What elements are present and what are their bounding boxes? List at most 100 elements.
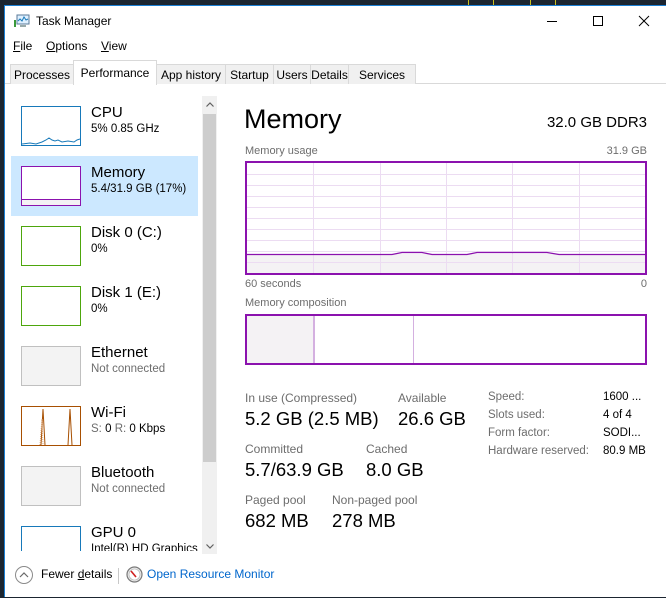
- wifi-receive-label: R:: [114, 423, 127, 435]
- fewer-details-button[interactable]: Fewer details: [41, 567, 112, 581]
- sidebar-item-disk-0[interactable]: Disk 0 (C:) 0%: [11, 216, 198, 276]
- tab-details[interactable]: Details: [310, 64, 349, 84]
- fewer-details-button-icon[interactable]: [15, 566, 33, 584]
- tab-performance[interactable]: Performance: [73, 60, 157, 85]
- open-resource-monitor-link[interactable]: Open Resource Monitor: [147, 567, 274, 581]
- menu-file[interactable]: File: [13, 39, 32, 53]
- sidebar-item-disk-1-name: Disk 1 (E:): [91, 284, 162, 301]
- memory-thumbnail-fill: [22, 199, 80, 205]
- composition-in-use-segment: [247, 316, 313, 363]
- chevron-down-icon: [205, 543, 214, 549]
- cpu-sparkline: [22, 137, 80, 145]
- scrollbar-thumb[interactable]: [203, 114, 216, 462]
- close-icon: [638, 15, 650, 27]
- resource-monitor-icon: [126, 566, 143, 583]
- sidebar-item-cpu-value: 5% 0.85 GHz: [91, 123, 160, 135]
- sidebar-item-memory[interactable]: Memory 5.4/31.9 GB (17%): [11, 156, 198, 216]
- disk-0-thumbnail-graph: [21, 226, 81, 266]
- non-paged-pool-value: 278 MB: [332, 510, 396, 531]
- menu-view-label: iew: [108, 39, 127, 53]
- hardware-reserved-label: Hardware reserved:: [488, 445, 589, 457]
- cached-label: Cached: [366, 442, 408, 456]
- slots-used-label: Slots used:: [488, 409, 545, 421]
- sidebar-item-gpu-0-name: GPU 0: [91, 524, 137, 541]
- composition-standby-segment: [315, 316, 413, 363]
- sidebar-item-gpu-0-value: Intel(R) HD Graphics: [91, 543, 198, 551]
- memory-usage-max: 31.9 GB: [606, 145, 647, 157]
- task-manager-icon: [14, 14, 30, 27]
- ethernet-thumbnail-graph: [21, 346, 81, 386]
- hardware-reserved-value: 80.9 MB: [603, 445, 646, 457]
- in-use-label: In use (Compressed): [245, 391, 358, 405]
- page-title: Memory: [244, 104, 342, 134]
- minimize-button[interactable]: [529, 6, 575, 36]
- menu-view[interactable]: View: [101, 39, 127, 53]
- committed-value: 5.7/63.9 GB: [245, 459, 344, 480]
- sidebar-item-ethernet-status: Not connected: [91, 363, 166, 375]
- sidebar-item-ethernet-name: Ethernet: [91, 344, 148, 361]
- close-button[interactable]: [621, 6, 666, 36]
- sidebar-item-disk-1[interactable]: Disk 1 (E:) 0%: [11, 276, 198, 336]
- sidebar-item-bluetooth[interactable]: Bluetooth Not connected: [11, 456, 198, 516]
- available-value: 26.6 GB: [398, 408, 466, 429]
- chevron-up-icon: [19, 572, 29, 578]
- memory-spec: 32.0 GB DDR3: [546, 114, 647, 131]
- title-bar[interactable]: Task Manager: [5, 6, 666, 36]
- menu-options-accel: O: [46, 39, 56, 53]
- menu-view-accel: V: [101, 39, 109, 53]
- sidebar-item-gpu-0[interactable]: GPU 0 Intel(R) HD Graphics: [11, 516, 198, 551]
- menu-options[interactable]: Options: [46, 39, 87, 53]
- menu-file-label: ile: [20, 39, 33, 53]
- chevron-up-icon: [205, 101, 214, 107]
- tab-startup[interactable]: Startup: [225, 64, 274, 84]
- scroll-down-button[interactable]: [202, 538, 217, 554]
- memory-usage-label: Memory usage: [245, 145, 318, 157]
- form-factor-value: SODI...: [603, 427, 641, 439]
- wifi-send-value: 0: [105, 423, 112, 435]
- scroll-up-button[interactable]: [202, 96, 217, 112]
- sidebar-item-wifi-name: Wi-Fi: [91, 404, 126, 421]
- memory-thumbnail-graph: [21, 166, 81, 206]
- sidebar-item-memory-name: Memory: [91, 164, 146, 181]
- cached-value: 8.0 GB: [366, 459, 424, 480]
- memory-usage-chart: [247, 163, 645, 273]
- composition-free-segment: [414, 316, 645, 363]
- task-manager-window: Task Manager File Options View Processes…: [4, 5, 666, 597]
- resource-sidebar: CPU 5% 0.85 GHz Memory 5.4/31.9 GB (17%)…: [11, 96, 198, 551]
- tab-processes[interactable]: Processes: [10, 64, 74, 84]
- cpu-thumbnail-graph: [21, 106, 81, 146]
- tab-services[interactable]: Services: [348, 64, 416, 84]
- slots-used-value: 4 of 4: [603, 409, 632, 421]
- committed-label: Committed: [245, 442, 304, 456]
- memory-detail-panel: Memory 32.0 GB DDR3 Memory usage 31.9 GB…: [235, 96, 666, 551]
- wifi-thumbnail-graph: [21, 406, 81, 446]
- sidebar-item-wifi[interactable]: Wi-Fi S: 0 R: 0 Kbps: [11, 396, 198, 456]
- gpu-0-thumbnail-graph: [21, 526, 81, 551]
- window-title: Task Manager: [36, 14, 112, 28]
- speed-value: 1600 ...: [603, 391, 642, 403]
- fewer-details-label-pre: Fewer: [41, 567, 78, 581]
- tab-users[interactable]: Users: [273, 64, 311, 84]
- memory-composition-label: Memory composition: [245, 297, 347, 309]
- wifi-send-label: S:: [91, 423, 102, 435]
- time-axis-start-label: 60 seconds: [245, 278, 302, 290]
- available-label: Available: [398, 391, 447, 405]
- footer-bar: Fewer details Open Resource Monitor: [5, 559, 666, 598]
- sidebar-item-disk-0-value: 0%: [91, 243, 108, 255]
- paged-pool-label: Paged pool: [245, 493, 306, 507]
- sidebar-scrollbar[interactable]: [202, 96, 217, 554]
- wifi-sparkline: [39, 408, 73, 445]
- in-use-value: 5.2 GB (2.5 MB): [245, 408, 379, 429]
- sidebar-item-cpu-name: CPU: [91, 104, 123, 121]
- tab-app-history[interactable]: App history: [156, 64, 226, 84]
- sidebar-item-cpu[interactable]: CPU 5% 0.85 GHz: [11, 96, 198, 156]
- memory-usage-graph: [245, 161, 647, 275]
- time-axis-end-label: 0: [640, 278, 647, 290]
- footer-separator: [118, 568, 119, 584]
- sidebar-item-ethernet[interactable]: Ethernet Not connected: [11, 336, 198, 396]
- wifi-receive-value: 0 Kbps: [129, 423, 166, 435]
- disk-1-thumbnail-graph: [21, 286, 81, 326]
- maximize-button[interactable]: [575, 6, 621, 36]
- memory-composition-bar: [245, 314, 647, 365]
- sidebar-item-disk-1-value: 0%: [91, 303, 108, 315]
